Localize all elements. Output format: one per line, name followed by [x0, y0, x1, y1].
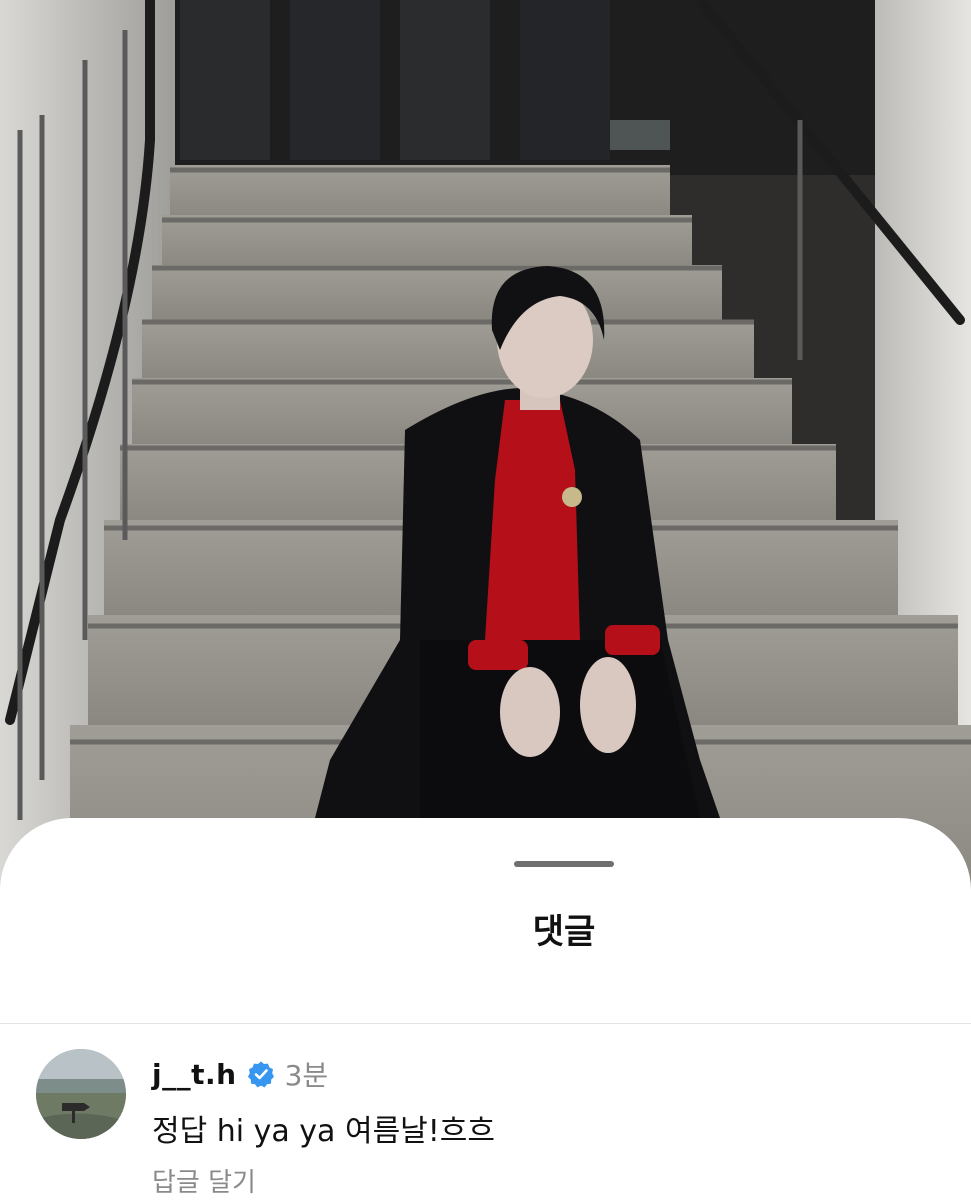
sheet-grabber-handle[interactable]	[514, 861, 614, 867]
comments-sheet: 댓글 j__t.h 3분 정답 hi ya ya 여름날!흐흐 답글 달기	[0, 818, 971, 1200]
comment-timestamp: 3분	[284, 1059, 329, 1092]
verified-badge-icon	[247, 1060, 275, 1088]
sheet-title: 댓글	[532, 912, 596, 952]
reply-button[interactable]: 답글 달기	[152, 1162, 256, 1199]
comment-header: j__t.h 3분	[152, 1056, 329, 1093]
comment-text: 정답 hi ya ya 여름날!흐흐	[152, 1114, 495, 1149]
post-photo	[0, 0, 971, 900]
username[interactable]: j__t.h	[152, 1058, 237, 1091]
screen: 댓글 j__t.h 3분 정답 hi ya ya 여름날!흐흐 답글 달기	[0, 0, 971, 1200]
avatar[interactable]	[36, 1049, 126, 1139]
comment-item: j__t.h 3분 정답 hi ya ya 여름날!흐흐 답글 달기	[0, 1024, 971, 1200]
